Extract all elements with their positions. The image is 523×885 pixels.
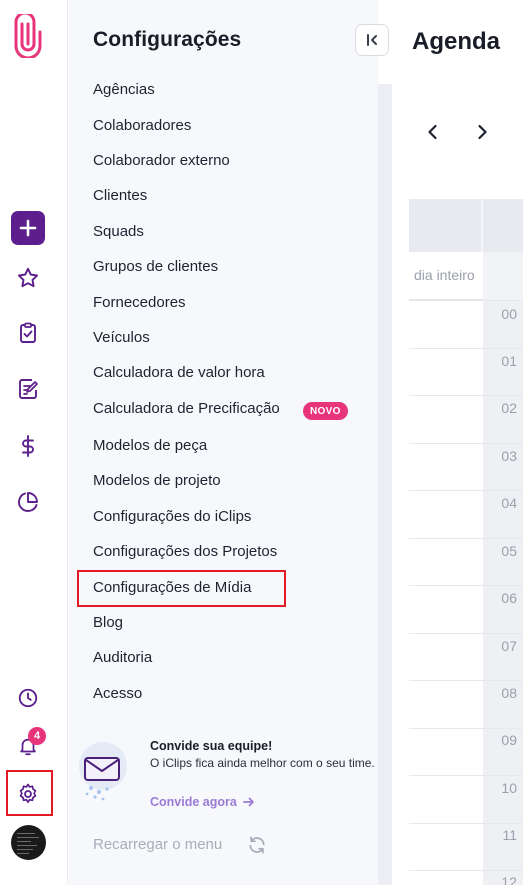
all-day-label: dia inteiro: [414, 267, 475, 283]
clock-icon: [18, 688, 38, 708]
dollar-icon: [22, 435, 34, 457]
menu-item-squads[interactable]: Squads: [93, 223, 144, 240]
hour-label: 11: [502, 827, 517, 843]
hour-label: 06: [501, 590, 517, 606]
menu-item-blog[interactable]: Blog: [93, 614, 123, 631]
reports-button[interactable]: [10, 484, 46, 520]
menu-item-fornecedores[interactable]: Fornecedores: [93, 294, 186, 311]
collapse-panel-button[interactable]: [355, 24, 389, 56]
chevron-right-icon: [478, 124, 487, 140]
hour-label: 09: [501, 732, 517, 748]
refresh-icon[interactable]: [247, 835, 267, 860]
hour-label: 07: [501, 638, 517, 654]
invite-description: O iClips fica ainda melhor com o seu tim…: [150, 756, 375, 770]
menu-item-modelos-de-peca[interactable]: Modelos de peça: [93, 437, 207, 454]
panel-title: Configurações: [93, 28, 242, 51]
pie-chart-icon: [18, 492, 38, 512]
settings-panel: Configurações Agências Colaboradores Col…: [69, 0, 389, 885]
reload-menu-link[interactable]: Recarregar o menu: [93, 836, 222, 853]
clipboard-check-icon: [20, 322, 36, 343]
settings-highlight-box: [6, 770, 53, 816]
hour-label: 10: [501, 780, 517, 796]
hour-label: 04: [501, 495, 517, 511]
arrow-right-icon: [242, 797, 254, 807]
envelope-illustration-icon: [77, 742, 133, 802]
agenda-title: Agenda: [412, 28, 501, 55]
menu-item-grupos-de-clientes[interactable]: Grupos de clientes: [93, 258, 218, 275]
user-avatar[interactable]: [11, 825, 46, 860]
invite-title: Convide sua equipe!: [150, 739, 273, 753]
create-new-button[interactable]: [11, 211, 45, 245]
financial-button[interactable]: [10, 428, 46, 464]
invite-now-label: Convide agora: [150, 795, 237, 809]
menu-item-auditoria[interactable]: Auditoria: [93, 649, 152, 666]
notification-count-badge: 4: [28, 727, 46, 745]
menu-item-agencias[interactable]: Agências: [93, 81, 155, 98]
timer-button[interactable]: [10, 680, 46, 716]
left-rail: 4: [0, 0, 68, 885]
menu-item-calculadora-valor-hora[interactable]: Calculadora de valor hora: [93, 364, 265, 381]
chevron-left-icon: [428, 124, 437, 140]
menu-item-acesso[interactable]: Acesso: [93, 685, 142, 702]
menu-item-configuracoes-iclips[interactable]: Configurações do iClips: [93, 508, 251, 525]
hour-label: 01: [501, 353, 517, 369]
plus-icon: [19, 219, 37, 237]
new-badge: NOVO: [303, 402, 348, 420]
menu-item-veiculos[interactable]: Veículos: [93, 329, 150, 346]
hour-label: 00: [501, 306, 517, 322]
hour-label: 02: [501, 400, 517, 416]
menu-item-clientes[interactable]: Clientes: [93, 187, 147, 204]
invite-now-link[interactable]: Convide agora: [150, 795, 255, 809]
document-edit-icon: [19, 379, 38, 399]
menu-item-colaboradores[interactable]: Colaboradores: [93, 117, 191, 134]
menu-item-modelos-de-projeto[interactable]: Modelos de projeto: [93, 472, 221, 489]
iclips-logo-icon[interactable]: [12, 14, 44, 58]
next-button[interactable]: [473, 123, 491, 146]
hour-label: 12: [501, 874, 517, 885]
previous-button[interactable]: [424, 123, 442, 146]
menu-item-configuracoes-projetos[interactable]: Configurações dos Projetos: [93, 543, 277, 560]
menu-item-colaborador-externo[interactable]: Colaborador externo: [93, 152, 230, 169]
hour-label: 05: [501, 543, 517, 559]
star-icon: [17, 267, 39, 288]
briefing-button[interactable]: [10, 371, 46, 407]
all-day-row: dia inteiro: [409, 252, 523, 300]
midia-highlight-box: [77, 570, 286, 607]
collapse-left-icon: [367, 34, 377, 46]
favorites-button[interactable]: [10, 260, 46, 296]
panel-scrollbar[interactable]: [378, 84, 392, 885]
hour-label: 03: [501, 448, 517, 464]
tasks-button[interactable]: [10, 315, 46, 351]
all-day-cell[interactable]: [483, 252, 523, 300]
hour-grid: 00 01 02 03 04 05 06 07 08 09 10 11 12: [409, 300, 523, 885]
menu-item-calculadora-precificacao[interactable]: Calculadora de Precificação: [93, 400, 280, 417]
hour-label: 08: [501, 685, 517, 701]
calendar-header: [409, 199, 523, 252]
